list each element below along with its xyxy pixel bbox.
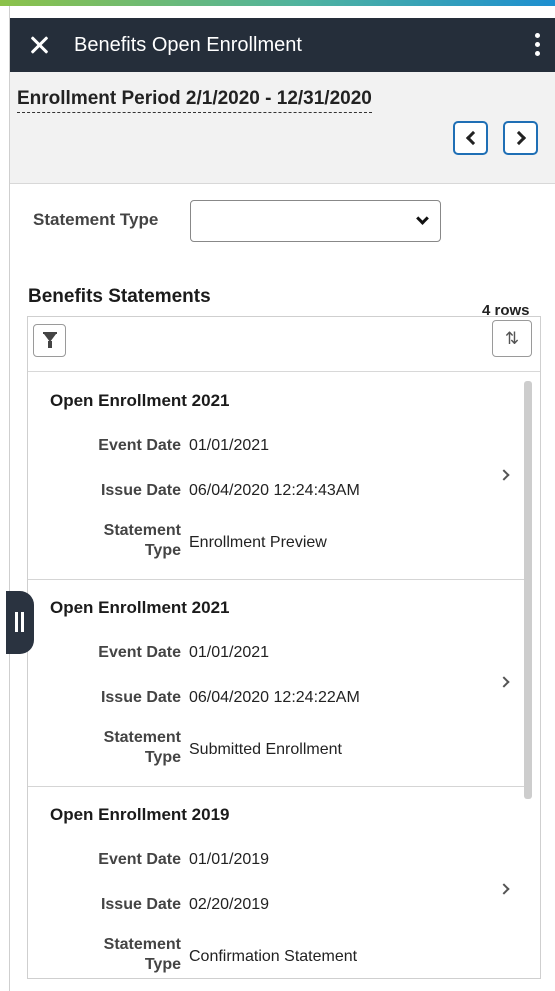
issue-date-label: Issue Date: [100, 689, 181, 706]
section-heading: Benefits Statements: [28, 286, 211, 307]
issue-date-value: 02/20/2019: [189, 896, 270, 913]
event-date-label: Event Date: [98, 644, 181, 661]
issue-date-label: Issue Date: [100, 896, 181, 913]
row-title: Open Enrollment 2019: [50, 805, 230, 824]
event-date-value: 01/01/2021: [189, 437, 270, 454]
side-panel-toggle[interactable]: [6, 591, 34, 654]
chevron-left-icon: [465, 130, 481, 146]
row-title: Open Enrollment 2021: [50, 598, 230, 617]
statement-type-label: Statement Type: [33, 210, 159, 229]
statement-type-field-label: Statement Type: [103, 729, 181, 766]
event-date-value: 01/01/2021: [189, 644, 270, 661]
statement-list: Open Enrollment 2021 Event Date 01/01/20…: [28, 373, 524, 978]
issue-date-value: 06/04/2020 12:24:22AM: [189, 689, 360, 706]
page: Benefits Open Enrollment Enrollment Peri…: [9, 6, 555, 991]
chevron-right-icon: [498, 469, 510, 481]
statement-type-field-label: Statement Type: [103, 522, 181, 559]
previous-button[interactable]: [453, 121, 488, 155]
chevron-down-icon: [416, 212, 429, 225]
statement-type-select[interactable]: [190, 200, 441, 242]
statement-type-field-value: Confirmation Statement: [189, 948, 358, 965]
title-bar: Benefits Open Enrollment: [10, 18, 555, 72]
next-button[interactable]: [503, 121, 538, 155]
grid-scrollbar[interactable]: [524, 381, 532, 799]
close-icon[interactable]: [26, 32, 52, 58]
enrollment-period-link[interactable]: Enrollment Period 2/1/2020 - 12/31/2020: [17, 87, 372, 113]
chevron-right-icon: [498, 676, 510, 688]
page-title: Benefits Open Enrollment: [74, 34, 302, 56]
statement-type-field-value: Submitted Enrollment: [189, 741, 342, 758]
chevron-right-icon: [498, 883, 510, 895]
pause-icon: [15, 612, 18, 632]
statements-grid: ⇅ Open Enrollment 2021 Event Date 01/01/…: [27, 316, 541, 979]
sort-button[interactable]: ⇅: [492, 320, 532, 357]
row-title: Open Enrollment 2021: [50, 391, 230, 410]
filter-button[interactable]: [33, 324, 66, 357]
list-item[interactable]: Open Enrollment 2019 Event Date 01/01/20…: [28, 787, 524, 978]
chevron-right-icon: [511, 130, 527, 146]
event-date-label: Event Date: [98, 851, 181, 868]
sort-icon: ⇅: [504, 329, 520, 348]
statement-type-field-value: Enrollment Preview: [189, 534, 327, 551]
event-date-value: 01/01/2019: [189, 851, 270, 868]
grid-toolbar: ⇅: [28, 317, 540, 372]
event-date-label: Event Date: [98, 437, 181, 454]
issue-date-value: 06/04/2020 12:24:43AM: [189, 482, 360, 499]
list-item[interactable]: Open Enrollment 2021 Event Date 01/01/20…: [28, 580, 524, 787]
statement-type-field-label: Statement Type: [103, 936, 181, 973]
enrollment-period-bar: Enrollment Period 2/1/2020 - 12/31/2020: [10, 72, 555, 184]
issue-date-label: Issue Date: [100, 482, 181, 499]
kebab-menu-icon[interactable]: [532, 31, 542, 59]
list-item[interactable]: Open Enrollment 2021 Event Date 01/01/20…: [28, 373, 524, 580]
